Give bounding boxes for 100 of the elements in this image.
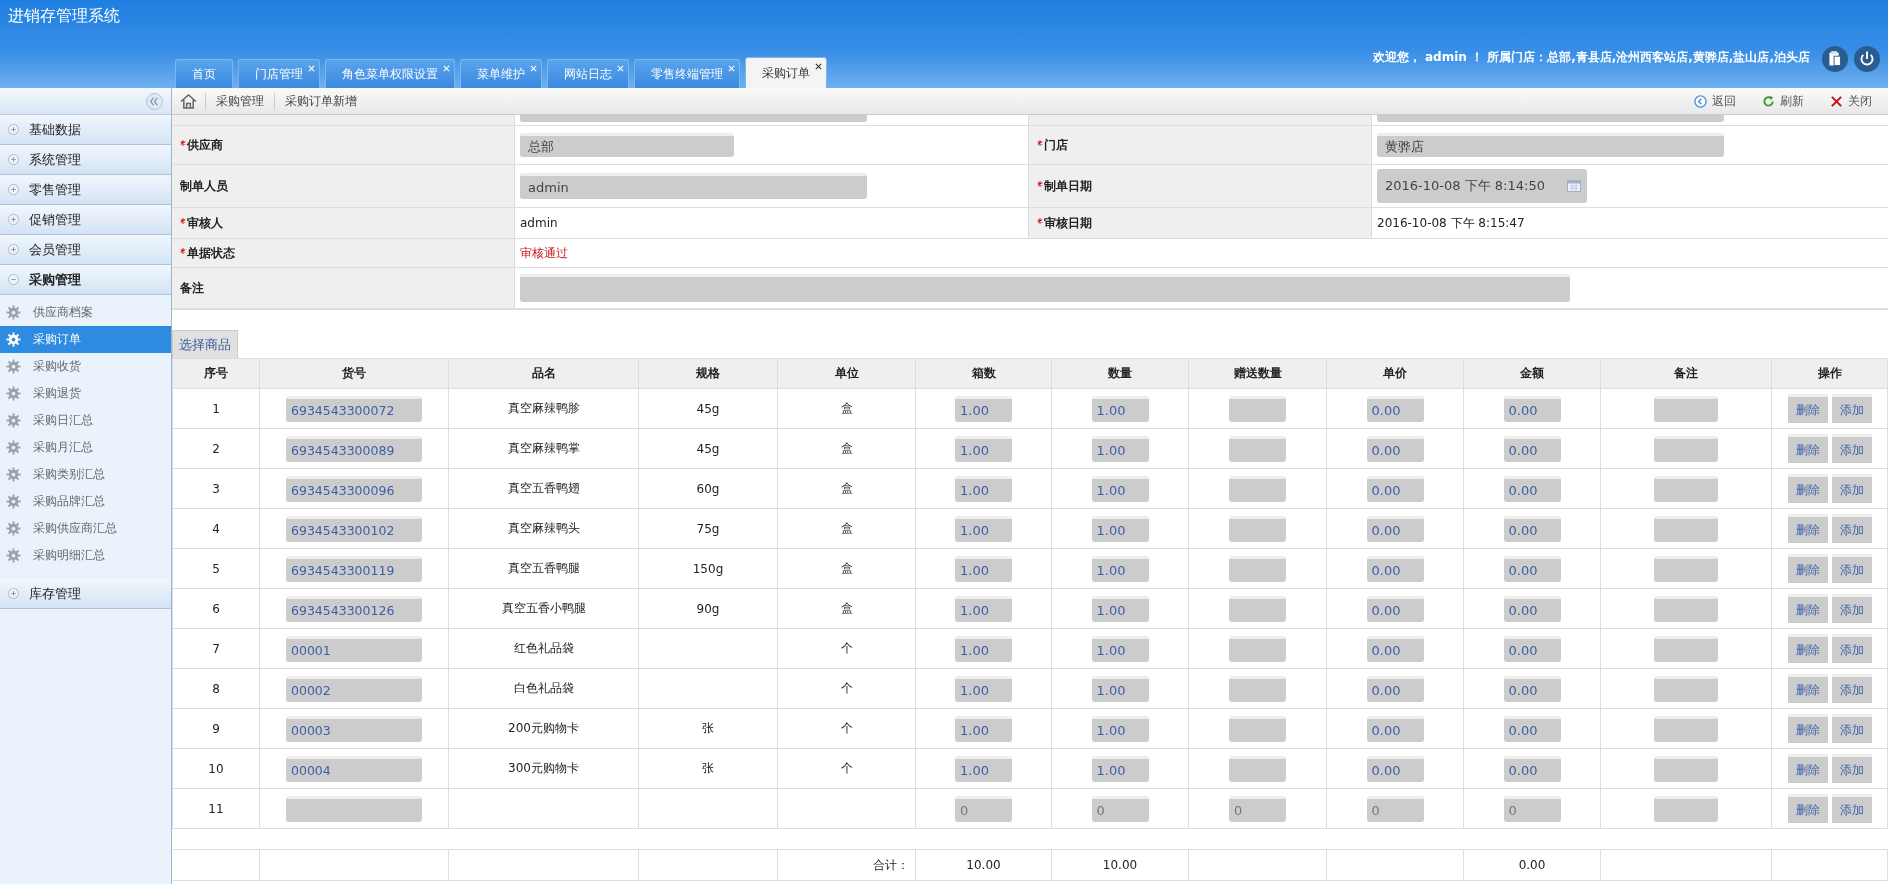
number-field[interactable]: 1.00: [1091, 635, 1149, 662]
number-field[interactable]: [1229, 475, 1286, 502]
select-goods-tab[interactable]: 选择商品: [172, 330, 238, 358]
number-field[interactable]: 0.00: [1366, 555, 1424, 582]
number-field[interactable]: 0.00: [1366, 395, 1424, 422]
number-field[interactable]: 0.00: [1503, 755, 1561, 782]
note-field[interactable]: [1654, 715, 1718, 742]
note-field[interactable]: [1654, 675, 1718, 702]
number-field[interactable]: 0: [955, 795, 1012, 822]
collapse-icon[interactable]: [146, 92, 163, 110]
breadcrumb-link[interactable]: 采购管理: [205, 92, 274, 110]
number-field[interactable]: 1.00: [955, 395, 1012, 422]
sidebar-group[interactable]: 零售管理: [0, 175, 171, 205]
home-icon[interactable]: [180, 93, 197, 109]
toolbar-button[interactable]: 返回: [1694, 92, 1736, 110]
code-field[interactable]: 00003: [286, 715, 422, 742]
note-field[interactable]: [1654, 635, 1718, 662]
code-field[interactable]: 00001: [286, 635, 422, 662]
tab[interactable]: 网站日志: [547, 59, 629, 88]
row-action-button[interactable]: 删除: [1787, 554, 1828, 583]
remark-field[interactable]: [520, 274, 1570, 302]
number-field[interactable]: 1.00: [1091, 395, 1149, 422]
number-field[interactable]: 1.00: [1091, 595, 1149, 622]
number-field[interactable]: [1229, 435, 1286, 462]
number-field[interactable]: 0.00: [1503, 475, 1561, 502]
number-field[interactable]: 1.00: [955, 635, 1012, 662]
number-field[interactable]: [1229, 675, 1286, 702]
number-field[interactable]: [1229, 395, 1286, 422]
row-action-button[interactable]: 删除: [1787, 754, 1828, 783]
code-field[interactable]: 6934543300102: [286, 515, 422, 542]
note-field[interactable]: [1654, 435, 1718, 462]
row-action-button[interactable]: 添加: [1831, 634, 1872, 663]
number-field[interactable]: 0.00: [1366, 675, 1424, 702]
number-field[interactable]: 0.00: [1503, 635, 1561, 662]
toolbar-button[interactable]: 关闭: [1830, 92, 1872, 110]
number-field[interactable]: 0.00: [1503, 675, 1561, 702]
date-field[interactable]: 2016-10-08 下午 8:14:50: [1377, 169, 1587, 203]
code-field[interactable]: 00004: [286, 755, 422, 782]
number-field[interactable]: [1229, 555, 1286, 582]
row-action-button[interactable]: 添加: [1831, 434, 1872, 463]
tab[interactable]: 零售终端管理: [634, 59, 740, 88]
code-field[interactable]: 6934543300089: [286, 435, 422, 462]
sidebar-group[interactable]: 采购管理: [0, 265, 171, 295]
sidebar-group[interactable]: 系统管理: [0, 145, 171, 175]
number-field[interactable]: 1.00: [1091, 715, 1149, 742]
number-field[interactable]: 1.00: [1091, 435, 1149, 462]
row-action-button[interactable]: 删除: [1787, 794, 1828, 823]
note-field[interactable]: [1654, 555, 1718, 582]
sidebar-item[interactable]: 采购明细汇总: [0, 542, 171, 569]
number-field[interactable]: 1.00: [955, 755, 1012, 782]
number-field[interactable]: 0.00: [1503, 595, 1561, 622]
breadcrumb-link[interactable]: 采购订单新增: [274, 92, 367, 110]
code-field[interactable]: 6934543300119: [286, 555, 422, 582]
number-field[interactable]: 1.00: [955, 555, 1012, 582]
number-field[interactable]: [1229, 515, 1286, 542]
sidebar-item[interactable]: 采购类别汇总: [0, 461, 171, 488]
note-field[interactable]: [1654, 595, 1718, 622]
number-field[interactable]: 0: [1091, 795, 1149, 822]
number-field[interactable]: 0.00: [1503, 395, 1561, 422]
number-field[interactable]: [1229, 635, 1286, 662]
row-action-button[interactable]: 添加: [1831, 514, 1872, 543]
row-action-button[interactable]: 删除: [1787, 594, 1828, 623]
tab[interactable]: 菜单维护: [460, 59, 542, 88]
number-field[interactable]: 1.00: [955, 515, 1012, 542]
number-field[interactable]: 1.00: [955, 715, 1012, 742]
number-field[interactable]: 0: [1366, 795, 1424, 822]
row-action-button[interactable]: 删除: [1787, 434, 1828, 463]
note-field[interactable]: [1654, 795, 1718, 822]
number-field[interactable]: 0: [1503, 795, 1561, 822]
sidebar-item[interactable]: 采购品牌汇总: [0, 488, 171, 515]
row-action-button[interactable]: 删除: [1787, 634, 1828, 663]
input-field[interactable]: admin: [520, 173, 867, 199]
clipboard-icon[interactable]: [1822, 46, 1848, 72]
sidebar-item[interactable]: 采购月汇总: [0, 434, 171, 461]
row-action-button[interactable]: 删除: [1787, 474, 1828, 503]
number-field[interactable]: 0.00: [1503, 435, 1561, 462]
input-field[interactable]: 总部: [520, 133, 734, 157]
row-action-button[interactable]: 添加: [1831, 594, 1872, 623]
number-field[interactable]: 1.00: [955, 475, 1012, 502]
tab[interactable]: 首页: [175, 59, 233, 88]
number-field[interactable]: 1.00: [1091, 675, 1149, 702]
note-field[interactable]: [1654, 395, 1718, 422]
row-action-button[interactable]: 添加: [1831, 674, 1872, 703]
number-field[interactable]: 0.00: [1366, 435, 1424, 462]
number-field[interactable]: 1.00: [1091, 555, 1149, 582]
code-field[interactable]: [286, 795, 422, 822]
number-field[interactable]: 1.00: [1091, 475, 1149, 502]
number-field[interactable]: 0.00: [1366, 475, 1424, 502]
code-field[interactable]: 00002: [286, 675, 422, 702]
number-field[interactable]: [1229, 715, 1286, 742]
number-field[interactable]: [1229, 595, 1286, 622]
tab[interactable]: 采购订单: [745, 57, 827, 88]
row-action-button[interactable]: 添加: [1831, 554, 1872, 583]
tab[interactable]: 角色菜单权限设置: [325, 59, 455, 88]
row-action-button[interactable]: 添加: [1831, 794, 1872, 823]
number-field[interactable]: 1.00: [1091, 755, 1149, 782]
power-icon[interactable]: [1854, 46, 1880, 72]
number-field[interactable]: 0.00: [1366, 635, 1424, 662]
note-field[interactable]: [1654, 475, 1718, 502]
code-field[interactable]: 6934543300072: [286, 395, 422, 422]
